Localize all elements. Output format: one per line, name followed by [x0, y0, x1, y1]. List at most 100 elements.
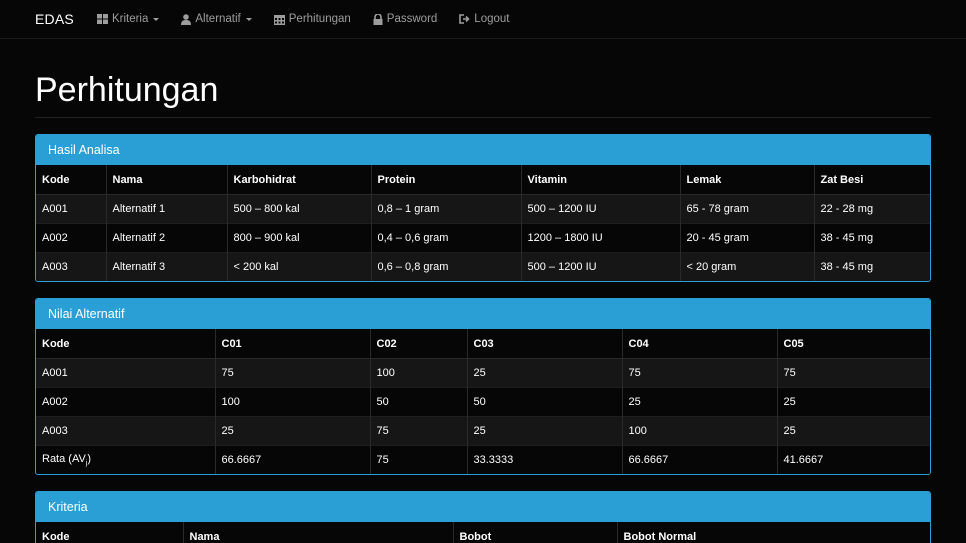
panel-title: Kriteria [36, 492, 930, 523]
table-cell: 75 [369, 415, 467, 446]
kriteria-panel: Kriteria Kode Nama Bobot Bobot Normal [35, 491, 931, 543]
lock-icon [373, 13, 383, 25]
average-row: Rata (AVj) 66.6667 75 33.3333 66.6667 41… [36, 444, 930, 475]
table-row: A002 Alternatif 2 800 – 900 kal 0,4 – 0,… [36, 222, 930, 253]
column-header: Zat Besi [813, 165, 930, 195]
table-cell: 75 [369, 444, 467, 475]
grid-icon [96, 14, 108, 24]
table-cell: A003 [36, 415, 215, 446]
chevron-down-icon [153, 17, 160, 21]
column-header: Karbohidrat [226, 165, 371, 195]
table-cell: 500 – 1200 IU [520, 251, 680, 282]
hasil-analisa-panel: Hasil Analisa Kode Nama Karbohidrat Prot… [35, 134, 931, 283]
table-cell: 65 - 78 gram [679, 193, 814, 224]
brand-logo[interactable]: EDAS [35, 11, 74, 27]
table-cell: 20 - 45 gram [679, 222, 814, 253]
nilai-alternatif-panel: Nilai Alternatif Kode C01 C02 C03 C04 C0… [35, 298, 931, 476]
table-cell: 66.6667 [214, 444, 370, 475]
column-header: C04 [621, 329, 777, 359]
column-header: C01 [214, 329, 370, 359]
column-header: Nama [105, 165, 227, 195]
table-cell: 0,4 – 0,6 gram [370, 222, 521, 253]
table-cell: A003 [36, 251, 106, 282]
table-row: A002 100 50 50 25 25 [36, 386, 930, 417]
table-cell: 22 - 28 mg [813, 193, 930, 224]
table-cell: Alternatif 1 [105, 193, 227, 224]
column-header: Kode [36, 522, 183, 543]
main-container: Perhitungan Hasil Analisa Kode Nama Karb… [0, 71, 966, 543]
table-cell: 41.6667 [776, 444, 930, 475]
column-header: Kode [36, 329, 215, 359]
kriteria-table: Kode Nama Bobot Bobot Normal [36, 522, 930, 543]
table-cell: 25 [621, 386, 777, 417]
table-cell: 25 [776, 386, 930, 417]
table-cell: 50 [466, 386, 622, 417]
nav-perhitungan-link[interactable]: Perhitungan [273, 13, 351, 25]
nav-alternatif-label: Alternatif [195, 13, 241, 25]
table-cell: < 200 kal [226, 251, 371, 282]
navbar: EDAS Kriteria Alternatif Perhitungan Pas… [0, 0, 966, 39]
column-header: Vitamin [520, 165, 680, 195]
table-cell: 1200 – 1800 IU [520, 222, 680, 253]
table-cell: A002 [36, 222, 106, 253]
column-header: Kode [36, 165, 106, 195]
table-cell: A001 [36, 357, 215, 388]
page-header: Perhitungan [35, 71, 931, 119]
average-label: Rata (AVj) [36, 444, 215, 475]
table-cell: A002 [36, 386, 215, 417]
chevron-down-icon [245, 17, 252, 21]
table-cell: Alternatif 3 [105, 251, 227, 282]
table-cell: Alternatif 2 [105, 222, 227, 253]
table-cell: 38 - 45 mg [813, 222, 930, 253]
nilai-alternatif-table: Kode C01 C02 C03 C04 C05 A001 75 100 25 … [36, 329, 930, 475]
panel-title: Hasil Analisa [36, 135, 930, 166]
table-header-row: Kode Nama Bobot Bobot Normal [36, 522, 930, 543]
table-cell: 100 [369, 357, 467, 388]
table-cell: 75 [214, 357, 370, 388]
logout-icon [459, 14, 470, 24]
table-cell: 50 [369, 386, 467, 417]
table-cell: 25 [466, 357, 622, 388]
table-cell: 100 [621, 415, 777, 446]
table-cell: 25 [776, 415, 930, 446]
table-cell: 800 – 900 kal [226, 222, 371, 253]
table-cell: 33.3333 [466, 444, 622, 475]
column-header: Lemak [679, 165, 814, 195]
column-header: Protein [370, 165, 521, 195]
table-cell: 75 [621, 357, 777, 388]
user-icon [181, 13, 192, 25]
table-cell: 66.6667 [621, 444, 777, 475]
nav-kriteria-label: Kriteria [111, 13, 149, 25]
calendar-icon [273, 14, 285, 25]
table-header-row: Kode Nama Karbohidrat Protein Vitamin Le… [36, 165, 930, 195]
column-header: C05 [776, 329, 930, 359]
nav-password-link[interactable]: Password [373, 13, 438, 25]
nav-logout-label: Logout [474, 13, 510, 25]
table-cell: 0,6 – 0,8 gram [370, 251, 521, 282]
table-cell: < 20 gram [679, 251, 814, 282]
nav-logout-link[interactable]: Logout [459, 13, 509, 25]
table-header-row: Kode C01 C02 C03 C04 C05 [36, 329, 930, 359]
column-header: C02 [369, 329, 467, 359]
nav-kriteria-dropdown[interactable]: Kriteria [96, 13, 160, 25]
page-title: Perhitungan [35, 71, 219, 109]
nav-password-label: Password [386, 13, 438, 25]
table-cell: A001 [36, 193, 106, 224]
column-header: C03 [466, 329, 622, 359]
panel-title: Nilai Alternatif [36, 299, 930, 330]
table-row: A001 75 100 25 75 75 [36, 357, 930, 388]
table-cell: 500 – 800 kal [226, 193, 371, 224]
table-cell: 25 [466, 415, 622, 446]
nav-alternatif-dropdown[interactable]: Alternatif [181, 13, 252, 25]
hasil-analisa-table: Kode Nama Karbohidrat Protein Vitamin Le… [36, 165, 930, 282]
table-cell: 25 [214, 415, 370, 446]
table-row: A001 Alternatif 1 500 – 800 kal 0,8 – 1 … [36, 193, 930, 224]
table-cell: 38 - 45 mg [813, 251, 930, 282]
column-header: Nama [182, 522, 453, 543]
table-cell: 500 – 1200 IU [520, 193, 680, 224]
table-cell: 100 [214, 386, 370, 417]
table-row: A003 25 75 25 100 25 [36, 415, 930, 446]
nav-perhitungan-label: Perhitungan [288, 13, 351, 25]
table-cell: 75 [776, 357, 930, 388]
column-header: Bobot Normal [616, 522, 930, 543]
